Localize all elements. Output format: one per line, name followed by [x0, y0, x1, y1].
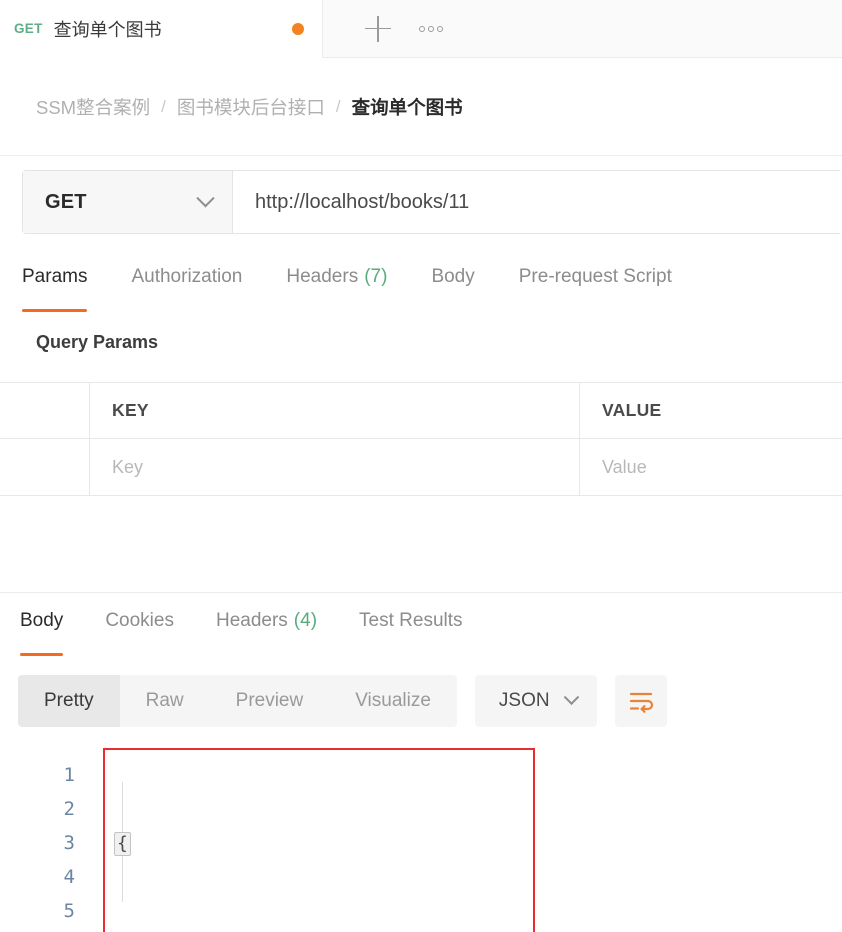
view-preview-button[interactable]: Preview: [210, 675, 330, 727]
tab-authorization[interactable]: Authorization: [131, 262, 242, 314]
response-tab-cookies-label: Cookies: [105, 610, 174, 631]
response-view-segment: Pretty Raw Preview Visualize: [18, 675, 457, 727]
response-tab-cookies[interactable]: Cookies: [105, 606, 174, 658]
view-visualize-button[interactable]: Visualize: [329, 675, 457, 727]
url-bar: GET http://localhost/books/11: [22, 170, 842, 234]
response-section-tabs: Body Cookies Headers (4) Test Results: [0, 606, 842, 662]
breadcrumb-item-request: 查询单个图书: [351, 96, 463, 118]
response-json-code[interactable]: { "data": null, "code": 666, "msg": "嘿嘿，…: [113, 758, 613, 932]
column-header-key: KEY: [112, 400, 149, 420]
unsaved-indicator-icon[interactable]: [292, 22, 304, 35]
line-number: 4: [63, 866, 75, 888]
request-tab-active[interactable]: GET 查询单个图书: [0, 0, 322, 58]
breadcrumb-separator: /: [335, 96, 341, 116]
response-tab-body-label: Body: [20, 610, 64, 631]
http-method-value: GET: [45, 190, 87, 213]
request-section-tabs: Params Authorization Headers (7) Body Pr…: [0, 262, 842, 318]
postman-window: GET 查询单个图书 SSM整合案例 / 图书模块后台接口 / 查询单个图书 G…: [0, 0, 842, 932]
request-tab-strip: GET 查询单个图书: [0, 0, 842, 58]
tab-params[interactable]: Params: [22, 262, 88, 314]
response-format-toolbar: Pretty Raw Preview Visualize JSON: [18, 675, 667, 727]
response-divider: [0, 592, 842, 593]
tab-method-label: GET: [14, 21, 43, 36]
column-header-value: VALUE: [602, 400, 662, 420]
tab-params-label: Params: [22, 266, 88, 287]
url-input[interactable]: http://localhost/books/11: [233, 171, 842, 233]
response-body-viewer: 1 2 3 4 5 { "data": null, "code": 666, "…: [0, 748, 842, 932]
code-line-2: "data": null,: [113, 928, 613, 932]
response-tab-test-results[interactable]: Test Results: [359, 606, 462, 658]
response-tab-headers-count: (4): [293, 610, 318, 631]
chevron-down-icon: [196, 188, 215, 207]
breadcrumb: SSM整合案例 / 图书模块后台接口 / 查询单个图书: [0, 58, 842, 156]
response-language-select[interactable]: JSON: [474, 675, 597, 727]
view-pretty-button[interactable]: Pretty: [18, 675, 120, 727]
table-row[interactable]: Key Value: [0, 439, 842, 495]
view-raw-button[interactable]: Raw: [120, 675, 210, 727]
query-params-title: Query Params: [36, 332, 159, 352]
response-tab-headers-label: Headers: [215, 610, 288, 631]
line-number-gutter: 1 2 3 4 5: [0, 748, 103, 932]
url-bar-container: GET http://localhost/books/11: [0, 170, 842, 262]
breadcrumb-separator: /: [161, 96, 166, 116]
plus-icon[interactable]: [365, 15, 391, 42]
header-checkbox-cell: [0, 383, 90, 438]
ellipsis-icon[interactable]: [419, 25, 443, 32]
http-method-select[interactable]: GET: [23, 171, 233, 233]
fold-open-brace[interactable]: {: [114, 832, 131, 856]
line-number: 3: [63, 832, 75, 854]
line-number: 5: [63, 900, 75, 922]
code-line-1: {: [113, 826, 613, 860]
tab-headers-count: (7): [364, 266, 388, 287]
tab-pre-request-script-label: Pre-request Script: [518, 266, 672, 287]
header-key-cell: KEY: [90, 383, 580, 438]
line-number: 2: [63, 798, 75, 820]
tab-body[interactable]: Body: [431, 262, 474, 314]
breadcrumb-item-collection[interactable]: SSM整合案例: [36, 94, 150, 120]
tab-title-label: 查询单个图书: [53, 19, 162, 40]
line-number: 1: [63, 764, 75, 786]
tab-pre-request-script[interactable]: Pre-request Script: [519, 262, 672, 314]
row-key-cell[interactable]: Key: [90, 439, 580, 495]
chevron-down-icon: [563, 688, 579, 705]
view-raw-label: Raw: [145, 690, 184, 711]
view-pretty-label: Pretty: [44, 690, 94, 711]
tab-headers[interactable]: Headers (7): [286, 262, 387, 314]
wrap-lines-button[interactable]: [614, 675, 667, 727]
value-input-placeholder[interactable]: Value: [602, 457, 647, 478]
response-tab-body[interactable]: Body: [20, 606, 64, 658]
response-tab-test-results-label: Test Results: [359, 610, 463, 631]
tab-body-label: Body: [431, 266, 475, 287]
breadcrumb-item-folder[interactable]: 图书模块后台接口: [177, 94, 325, 120]
wrap-lines-icon: [629, 692, 653, 713]
tab-headers-label: Headers: [286, 266, 359, 287]
response-language-value: JSON: [498, 690, 550, 711]
tab-authorization-label: Authorization: [131, 266, 243, 287]
row-value-cell[interactable]: Value: [580, 439, 842, 495]
response-tab-headers[interactable]: Headers (4): [216, 606, 317, 658]
tab-strip-actions: [322, 0, 842, 58]
header-value-cell: VALUE: [580, 383, 842, 438]
query-params-table: KEY VALUE Key Value: [0, 382, 842, 496]
key-input-placeholder[interactable]: Key: [112, 457, 143, 478]
table-header-row: KEY VALUE: [0, 383, 842, 439]
row-checkbox-cell[interactable]: [0, 439, 90, 495]
view-visualize-label: Visualize: [355, 690, 431, 711]
view-preview-label: Preview: [235, 690, 304, 711]
